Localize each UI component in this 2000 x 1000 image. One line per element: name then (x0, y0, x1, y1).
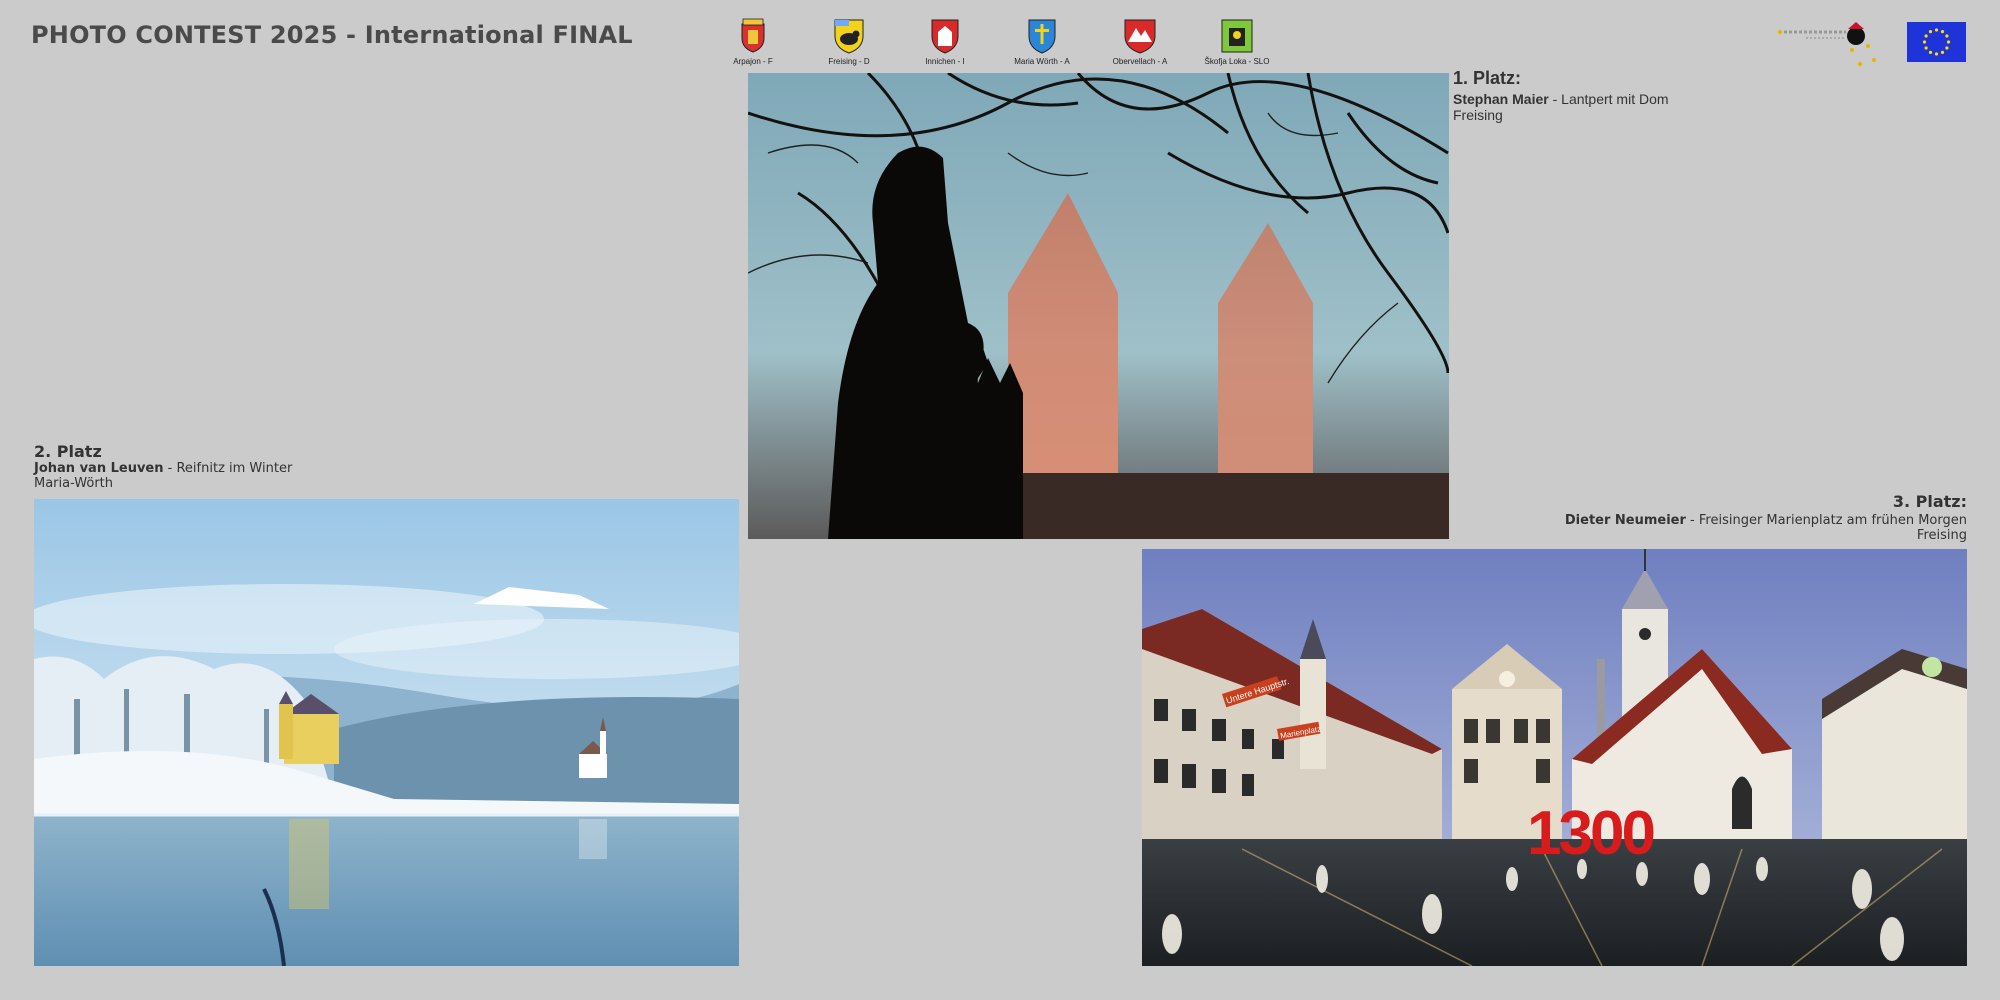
skofja-loka-crest-icon (1221, 19, 1253, 53)
second-place-author: Johan van Leuven (34, 461, 164, 476)
crest-obervellach: Obervellach - A (1092, 18, 1188, 66)
first-place-town: Freising (1453, 107, 1503, 123)
second-place-photo-title: Reifnitz im Winter (176, 461, 293, 476)
separator: - (1685, 513, 1699, 528)
third-place-photo: Untere Hauptstr. Marienplatz 1300 (1142, 549, 1967, 966)
innichen-crest-icon (931, 19, 959, 54)
crest-label: Škofja Loka - SLO (1204, 57, 1270, 66)
crest-label: Freising - D (828, 57, 870, 66)
obervellach-crest-icon (1124, 19, 1156, 54)
crest-arpajon: Arpajon - F (705, 18, 801, 66)
crest-label: Arpajon - F (733, 57, 773, 66)
crest-freising: Freising - D (801, 18, 897, 66)
page-title: PHOTO CONTEST 2025 - International FINAL (31, 21, 633, 49)
first-place-heading: 1. Platz: (1453, 68, 1522, 88)
crest-maria-woerth: Maria Wörth - A (994, 18, 1090, 66)
second-place-credit: Johan van Leuven - Reifnitz im Winter (34, 461, 292, 476)
town-partnership-logo (1776, 20, 1882, 70)
first-place-photo-title: Lantpert mit Dom (1561, 91, 1669, 107)
third-place-photo-title: Freisinger Marienplatz am frühen Morgen (1698, 513, 1967, 528)
third-place-author: Dieter Neumeier (1564, 513, 1686, 528)
eu-flag (1907, 22, 1966, 62)
second-place-photo (34, 499, 739, 966)
sculpture-number: 1300 (1527, 799, 1653, 868)
crest-skofja-loka: Škofja Loka - SLO (1189, 18, 1285, 66)
crest-label: Maria Wörth - A (1014, 57, 1070, 66)
first-place-author: Stephan Maier (1453, 91, 1549, 107)
first-place-photo (748, 73, 1449, 539)
separator: - (1548, 91, 1562, 107)
third-place-caption: 3. Platz: Dieter Neumeier - Freisinger M… (1565, 492, 1967, 543)
third-place-heading: 3. Platz: (1892, 492, 1967, 511)
first-place-credit: Stephan Maier - Lantpert mit Dom (1453, 91, 1669, 107)
first-place-caption: 1. Platz: Stephan Maier - Lantpert mit D… (1453, 68, 1669, 123)
maria-woerth-crest-icon (1028, 19, 1056, 54)
freising-crest-icon (834, 19, 864, 54)
third-place-credit: Dieter Neumeier - Freisinger Marienplatz… (1565, 513, 1967, 528)
second-place-heading: 2. Platz (34, 442, 102, 461)
second-place-town: Maria-Wörth (34, 476, 113, 491)
arpajon-crest-icon (741, 18, 765, 53)
crest-label: Obervellach - A (1112, 57, 1168, 66)
crest-label: Innichen - I (925, 57, 965, 66)
crest-innichen: Innichen - I (897, 18, 993, 66)
eu-flag-icon (1907, 22, 1966, 62)
separator: - (163, 461, 177, 476)
second-place-caption: 2. Platz Johan van Leuven - Reifnitz im … (34, 442, 292, 491)
third-place-town: Freising (1916, 528, 1967, 543)
town-partnership-logo-icon (1778, 22, 1876, 66)
